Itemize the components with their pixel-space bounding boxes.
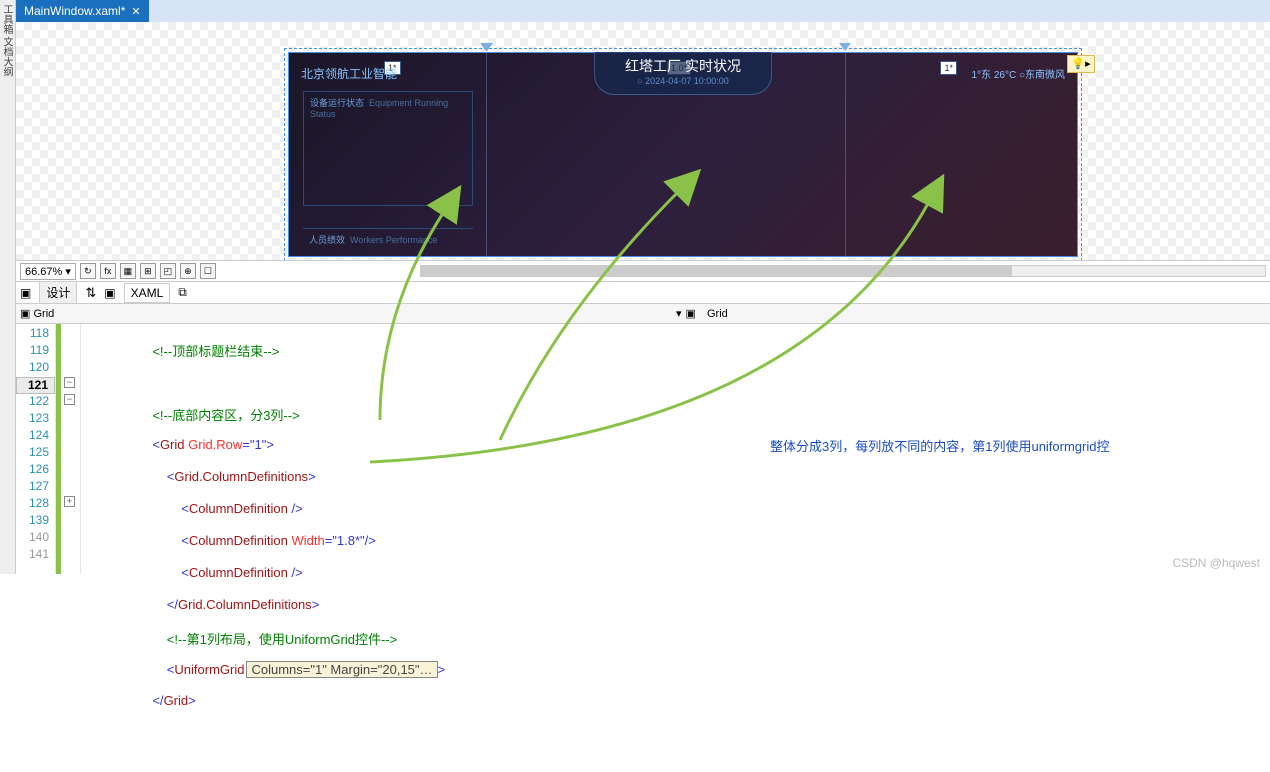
view-switcher: ▣ 设计 ⇅ ▣ XAML ⧉ (16, 282, 1270, 304)
zoom-dropdown[interactable]: 66.67% ▾ (20, 263, 76, 280)
lightbulb-icon[interactable]: 💡▸ (1067, 55, 1095, 73)
refresh-icon[interactable]: ↻ (80, 263, 96, 279)
crumb-left[interactable]: Grid (33, 308, 54, 320)
preview-section-2[interactable]: 人员绩效 Workers Performance (303, 228, 473, 250)
xaml-tab-button[interactable]: XAML (124, 283, 171, 303)
crumb-icon-right: ▣ (686, 307, 696, 320)
code-comment: <!--第1列布局，使用UniformGrid控件--> (167, 632, 397, 647)
tab-title: MainWindow.xaml* (24, 4, 125, 18)
target-icon[interactable]: ⊕ (180, 263, 196, 279)
fold-minus-icon[interactable]: − (64, 377, 75, 388)
grid-icon-1[interactable]: ▦ (120, 263, 136, 279)
design-icon: ▣ (20, 286, 31, 300)
header-left-text: 北京领航工业智能 (301, 65, 397, 82)
preview-header: 北京领航工业智能 红塔工厂 实时状况 ○ 2024-04-07 10:00:00… (289, 53, 1077, 93)
swap-icon[interactable]: ⇅ (85, 285, 96, 301)
crumb-right[interactable]: Grid (707, 308, 728, 320)
design-tab-button[interactable]: 设计 (39, 281, 77, 304)
code-comment: <!--顶部标题栏结束--> (152, 344, 279, 359)
xaml-preview[interactable]: 1* 1.0* 1* 北京领航工业智能 红塔工厂 实时状况 ○ 2024-04-… (288, 52, 1078, 257)
preview-section-1[interactable]: 设备运行状态 Equipment Running Status (303, 91, 473, 206)
crumb-dropdown-icon[interactable]: ▾ (676, 307, 682, 320)
fx-icon[interactable]: fx (100, 263, 116, 279)
left-toolbar[interactable]: 工具箱 文档大纲 (0, 0, 16, 574)
horizontal-scrollbar[interactable] (420, 265, 1266, 277)
box-icon[interactable]: ☐ (200, 263, 216, 279)
xaml-icon: ▣ (104, 286, 115, 300)
section1-title: 设备运行状态 Equipment Running Status (304, 92, 472, 123)
crumb-icon: ▣ (20, 307, 30, 320)
column-ruler[interactable] (289, 43, 1077, 51)
close-icon[interactable]: ✕ (131, 5, 140, 18)
annotation-text: 整体分成3列，每列放不同的内容，第1列使用uniformgrid控 (770, 436, 1110, 455)
breadcrumb-bar: ▣ Grid ▾ ▣ Grid (16, 304, 1270, 324)
fold-minus-icon[interactable]: − (64, 394, 75, 405)
popout-icon[interactable]: ⧉ (178, 285, 187, 300)
grid-icon-2[interactable]: ⊞ (140, 263, 156, 279)
intellisense-tooltip: Columns="1" Margin="20,15"… (246, 661, 437, 678)
header-center: 红塔工厂 实时状况 ○ 2024-04-07 10:00:00 (594, 52, 772, 95)
fold-plus-icon[interactable]: + (64, 496, 75, 507)
tab-bar-space (149, 0, 1270, 22)
code-comment: <!--底部内容区，分3列--> (152, 408, 299, 423)
center-subtitle: ○ 2024-04-07 10:00:00 (625, 76, 741, 86)
line-gutter: 118119120 121 122123124125 126127128139 … (16, 324, 56, 574)
tab-bar: MainWindow.xaml* ✕ (16, 0, 1270, 22)
watermark: CSDN @hqwest (1172, 556, 1260, 570)
document-tab[interactable]: MainWindow.xaml* ✕ (16, 0, 149, 22)
snap-icon[interactable]: ◰ (160, 263, 176, 279)
header-right-text: 1°东 26°C ○东南微风 (971, 66, 1065, 81)
center-title: 红塔工厂 实时状况 (625, 56, 741, 76)
section2-title: 人员绩效 Workers Performance (303, 228, 473, 250)
fold-column[interactable]: − − + (61, 324, 81, 574)
zoom-toolbar: 66.67% ▾ ↻ fx ▦ ⊞ ◰ ⊕ ☐ (16, 260, 1270, 282)
designer-canvas[interactable]: 1* 1.0* 1* 北京领航工业智能 红塔工厂 实时状况 ○ 2024-04-… (16, 22, 1270, 260)
